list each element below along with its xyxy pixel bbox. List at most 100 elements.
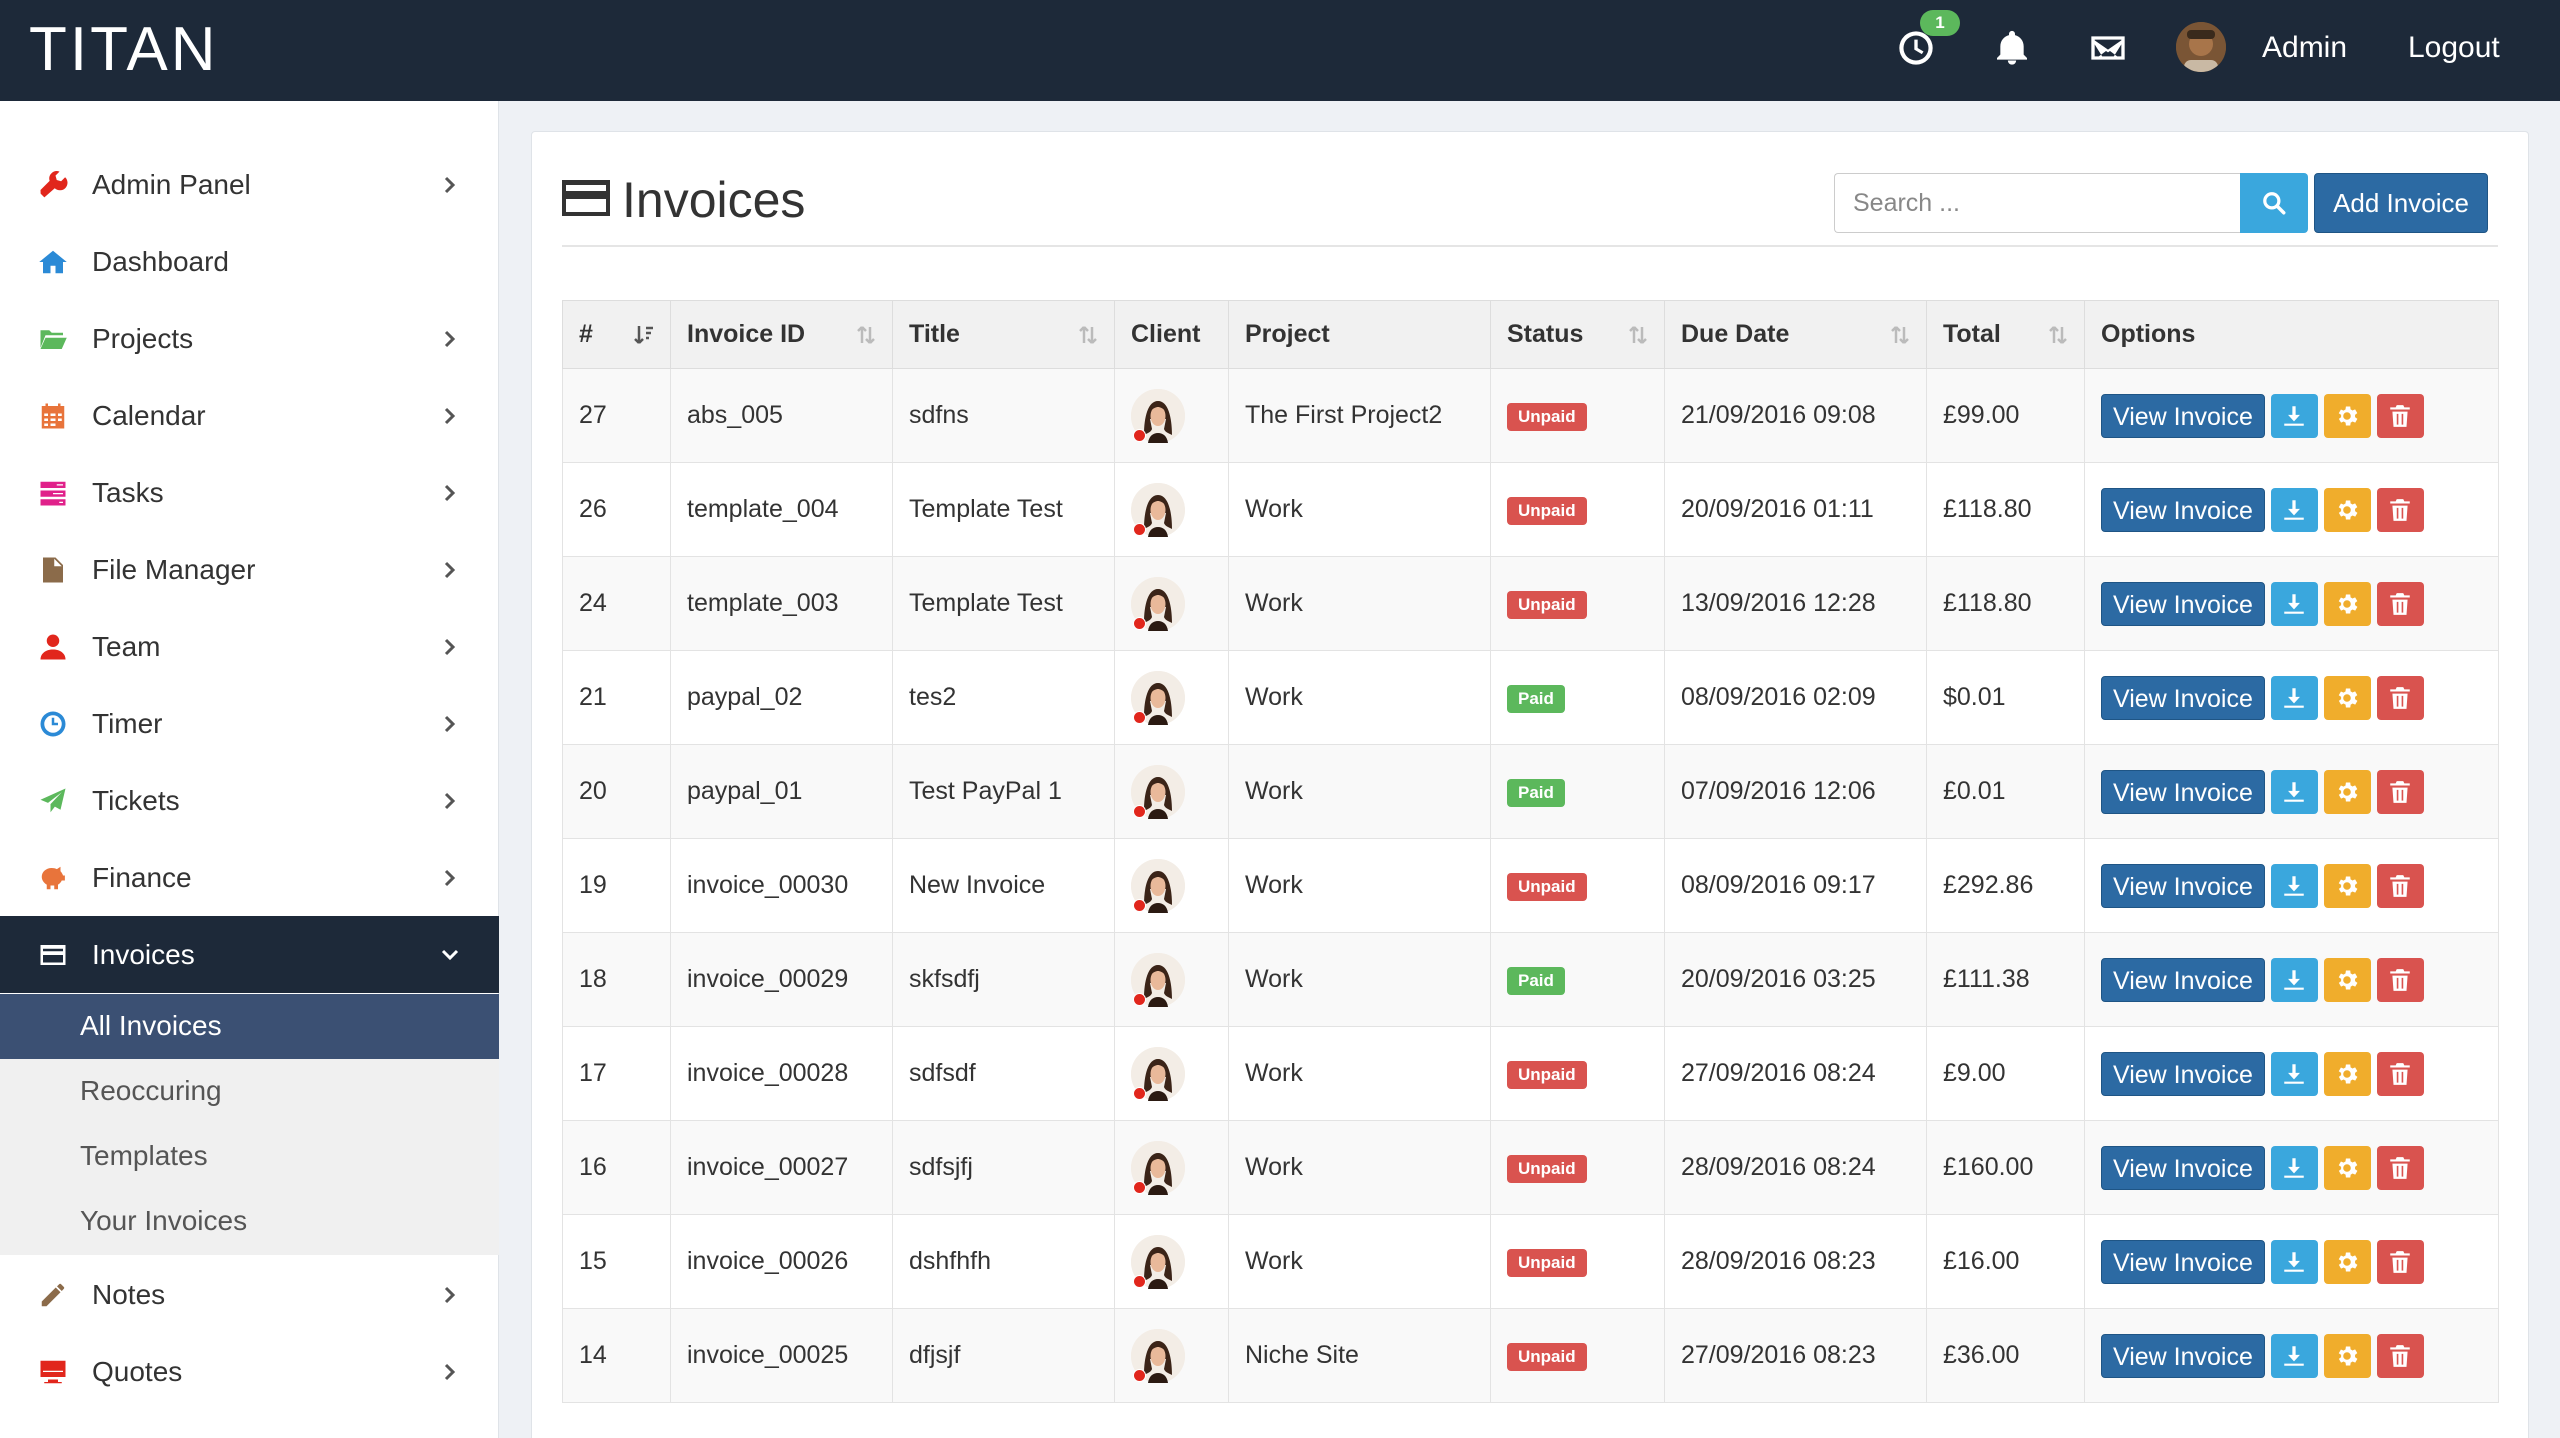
view-invoice-button[interactable]: View Invoice [2101,487,2265,532]
download-button[interactable] [2270,769,2318,814]
view-invoice-button[interactable]: View Invoice [2101,863,2265,908]
download-button[interactable] [2270,1145,2318,1190]
view-invoice-button[interactable]: View Invoice [2101,1145,2265,1190]
delete-button[interactable] [2376,769,2424,814]
download-button[interactable] [2270,487,2318,532]
delete-button[interactable] [2376,393,2424,438]
sidebar-item-notes[interactable]: Notes [0,1256,499,1333]
download-button[interactable] [2270,863,2318,908]
add-invoice-button[interactable]: Add Invoice [2314,173,2488,233]
client-avatar[interactable] [1131,858,1185,913]
user-name-link[interactable]: Admin [2262,28,2347,68]
table-row[interactable]: 18 invoice_00029 skfsdfj Work Paid 20/09… [562,932,2499,1027]
col-header-status[interactable]: Status [1490,300,1665,369]
submenu-item-your-invoices[interactable]: Your Invoices [0,1189,499,1254]
table-row[interactable]: 27 abs_005 sdfns The First Project2 Unpa… [562,368,2499,463]
table-row[interactable]: 17 invoice_00028 sdfsdf Work Unpaid 27/0… [562,1026,2499,1121]
submenu-item-reoccuring[interactable]: Reoccuring [0,1059,499,1124]
sidebar-item-quotes[interactable]: Quotes [0,1333,499,1410]
sort-desc-icon[interactable] [632,323,656,347]
view-invoice-button[interactable]: View Invoice [2101,1051,2265,1096]
sort-icon[interactable] [1888,323,1912,347]
settings-button[interactable] [2323,769,2371,814]
sort-icon[interactable] [1626,323,1650,347]
envelope-icon[interactable] [2084,24,2132,72]
settings-button[interactable] [2323,487,2371,532]
search-button[interactable] [2240,173,2308,233]
settings-button[interactable] [2323,581,2371,626]
search-input[interactable] [1834,173,2240,233]
client-avatar[interactable] [1131,670,1185,725]
settings-button[interactable] [2323,1051,2371,1096]
sidebar-item-finance[interactable]: Finance [0,839,499,916]
table-row[interactable]: 21 paypal_02 tes2 Work Paid 08/09/2016 0… [562,650,2499,745]
col-header-invoice-id[interactable]: Invoice ID [670,300,893,369]
download-button[interactable] [2270,1051,2318,1096]
delete-button[interactable] [2376,675,2424,720]
bell-icon[interactable] [1988,24,2036,72]
table-row[interactable]: 26 template_004 Template Test Work Unpai… [562,462,2499,557]
sidebar-item-calendar[interactable]: Calendar [0,377,499,454]
delete-button[interactable] [2376,1145,2424,1190]
sidebar-item-tickets[interactable]: Tickets [0,762,499,839]
settings-button[interactable] [2323,957,2371,1002]
col-header-due-date[interactable]: Due Date [1664,300,1927,369]
submenu-item-templates[interactable]: Templates [0,1124,499,1189]
logout-link[interactable]: Logout [2408,28,2500,68]
client-avatar[interactable] [1131,1234,1185,1289]
col-header-total[interactable]: Total [1926,300,2085,369]
submenu-item-all-invoices[interactable]: All Invoices [0,994,499,1059]
delete-button[interactable] [2376,1333,2424,1378]
delete-button[interactable] [2376,581,2424,626]
download-button[interactable] [2270,581,2318,626]
col-header-number[interactable]: # [562,300,671,369]
col-header-title[interactable]: Title [892,300,1115,369]
client-avatar[interactable] [1131,576,1185,631]
client-avatar[interactable] [1131,952,1185,1007]
download-button[interactable] [2270,675,2318,720]
download-button[interactable] [2270,393,2318,438]
download-button[interactable] [2270,1333,2318,1378]
table-row[interactable]: 19 invoice_00030 New Invoice Work Unpaid… [562,838,2499,933]
delete-button[interactable] [2376,957,2424,1002]
sort-icon[interactable] [2046,323,2070,347]
delete-button[interactable] [2376,487,2424,532]
user-avatar[interactable] [2176,22,2226,72]
download-button[interactable] [2270,957,2318,1002]
sidebar-item-dashboard[interactable]: Dashboard [0,223,499,300]
client-avatar[interactable] [1131,388,1185,443]
download-button[interactable] [2270,1239,2318,1284]
client-avatar[interactable] [1131,482,1185,537]
settings-button[interactable] [2323,1239,2371,1284]
view-invoice-button[interactable]: View Invoice [2101,1333,2265,1378]
table-row[interactable]: 24 template_003 Template Test Work Unpai… [562,556,2499,651]
sidebar-item-tasks[interactable]: Tasks [0,454,499,531]
view-invoice-button[interactable]: View Invoice [2101,957,2265,1002]
settings-button[interactable] [2323,863,2371,908]
view-invoice-button[interactable]: View Invoice [2101,1239,2265,1284]
settings-button[interactable] [2323,393,2371,438]
view-invoice-button[interactable]: View Invoice [2101,675,2265,720]
sidebar-item-file-manager[interactable]: File Manager [0,531,499,608]
sort-icon[interactable] [1076,323,1100,347]
sidebar-item-projects[interactable]: Projects [0,300,499,377]
view-invoice-button[interactable]: View Invoice [2101,393,2265,438]
settings-button[interactable] [2323,675,2371,720]
view-invoice-button[interactable]: View Invoice [2101,769,2265,814]
client-avatar[interactable] [1131,1140,1185,1195]
sidebar-item-team[interactable]: Team [0,608,499,685]
app-logo[interactable]: TITAN [29,14,219,86]
client-avatar[interactable] [1131,764,1185,819]
client-avatar[interactable] [1131,1046,1185,1101]
settings-button[interactable] [2323,1145,2371,1190]
delete-button[interactable] [2376,1051,2424,1096]
table-row[interactable]: 14 invoice_00025 dfjsjf Niche Site Unpai… [562,1308,2499,1403]
client-avatar[interactable] [1131,1328,1185,1383]
table-row[interactable]: 16 invoice_00027 sdfsjfj Work Unpaid 28/… [562,1120,2499,1215]
view-invoice-button[interactable]: View Invoice [2101,581,2265,626]
table-row[interactable]: 15 invoice_00026 dshfhfh Work Unpaid 28/… [562,1214,2499,1309]
sidebar-item-invoices[interactable]: Invoices [0,916,499,993]
sidebar-item-timer[interactable]: Timer [0,685,499,762]
delete-button[interactable] [2376,863,2424,908]
table-row[interactable]: 20 paypal_01 Test PayPal 1 Work Paid 07/… [562,744,2499,839]
